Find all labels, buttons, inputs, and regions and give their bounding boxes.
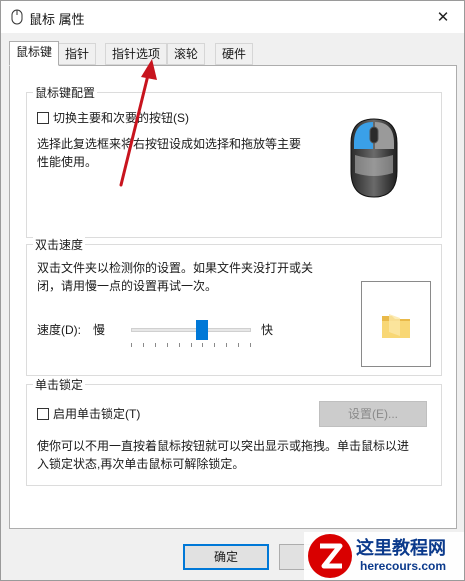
speed-slider-tick [179, 343, 180, 347]
close-icon: ✕ [436, 8, 450, 26]
click-lock-label: 启用单击锁定(T) [53, 407, 141, 421]
mouse-properties-dialog: 鼠标 属性 ✕ 鼠标键 指针 指针选项 滚轮 硬件 鼠标键配置 切换主要和次要的… [0, 0, 465, 581]
click-lock-settings-button[interactable]: 设置(E)... [319, 401, 427, 427]
tab-wheel[interactable]: 滚轮 [167, 43, 206, 65]
site-watermark: 这里教程网 herecours.com [304, 532, 464, 580]
slow-label: 慢 [93, 323, 106, 337]
tab-hardware[interactable]: 硬件 [215, 43, 254, 65]
tab-buttons[interactable]: 鼠标键 [9, 41, 60, 66]
click-lock-title: 单击锁定 [33, 376, 86, 393]
watermark-url: herecours.com [360, 559, 447, 573]
close-button[interactable]: ✕ [428, 3, 458, 31]
speed-slider-tick [143, 343, 144, 347]
watermark-title: 这里教程网 [356, 538, 446, 559]
mouse-icon [11, 9, 23, 25]
double-click-speed-group: 双击速度 双击文件夹以检测你的设置。如果文件夹没打开或关 闭，请用慢一点的设置再… [26, 236, 442, 376]
speed-slider-track[interactable] [131, 328, 251, 332]
speed-slider-tick [167, 343, 168, 347]
switch-buttons-checkbox-box[interactable] [37, 112, 49, 124]
watermark-logo-icon [308, 534, 352, 578]
double-click-speed-title: 双击速度 [33, 236, 86, 253]
speed-slider-tick [214, 343, 215, 347]
click-lock-description-line1: 使你可以不用一直按着鼠标按钮就可以突出显示或拖拽。单击鼠标以进 [37, 439, 410, 453]
folder-icon[interactable] [380, 310, 412, 340]
click-lock-checkbox[interactable]: 启用单击锁定(T) [37, 405, 140, 423]
tab-pointers[interactable]: 指针 [58, 43, 97, 65]
click-lock-description-line2: 入锁定状态,再次单击鼠标可解除锁定。 [37, 457, 245, 471]
tab-panel-buttons: 鼠标键配置 切换主要和次要的按钮(S) 选择此复选框来将右按钮设成如选择和拖放等… [9, 65, 457, 529]
fast-label: 快 [261, 323, 274, 337]
double-click-test-area[interactable] [361, 281, 431, 367]
speed-label: 速度(D): [37, 323, 81, 337]
speed-slider-thumb[interactable] [196, 320, 208, 340]
speed-slider-tick [155, 343, 156, 347]
speed-slider-tick [191, 343, 192, 347]
speed-slider-tick [238, 343, 239, 347]
speed-slider[interactable] [131, 319, 251, 349]
button-configuration-group: 鼠标键配置 切换主要和次要的按钮(S) 选择此复选框来将右按钮设成如选择和拖放等… [26, 84, 442, 238]
speed-slider-tick [202, 343, 203, 347]
button-configuration-title: 鼠标键配置 [33, 84, 98, 101]
annotation-arrow-icon [119, 59, 157, 187]
double-click-description-line1: 双击文件夹以检测你的设置。如果文件夹没打开或关 [37, 261, 314, 275]
click-lock-checkbox-box[interactable] [37, 408, 49, 420]
click-lock-group: 单击锁定 启用单击锁定(T) 设置(E)... 使你可以不用一直按着鼠标按钮就可… [26, 376, 442, 486]
window-title: 鼠标 属性 [29, 12, 85, 27]
speed-slider-tick [250, 343, 251, 347]
double-click-description-line2: 闭，请用慢一点的设置再试一次。 [37, 279, 218, 293]
title-bar[interactable]: 鼠标 属性 ✕ [1, 1, 464, 33]
mouse-left-button-highlighted-icon [350, 118, 398, 198]
speed-slider-tick [131, 343, 132, 347]
switch-buttons-description-line1: 选择此复选框来将右按钮设成如选择和拖放等主要 [37, 137, 302, 151]
ok-button[interactable]: 确定 [183, 544, 269, 570]
speed-slider-tick [226, 343, 227, 347]
switch-buttons-description-line2: 性能使用。 [37, 155, 98, 169]
